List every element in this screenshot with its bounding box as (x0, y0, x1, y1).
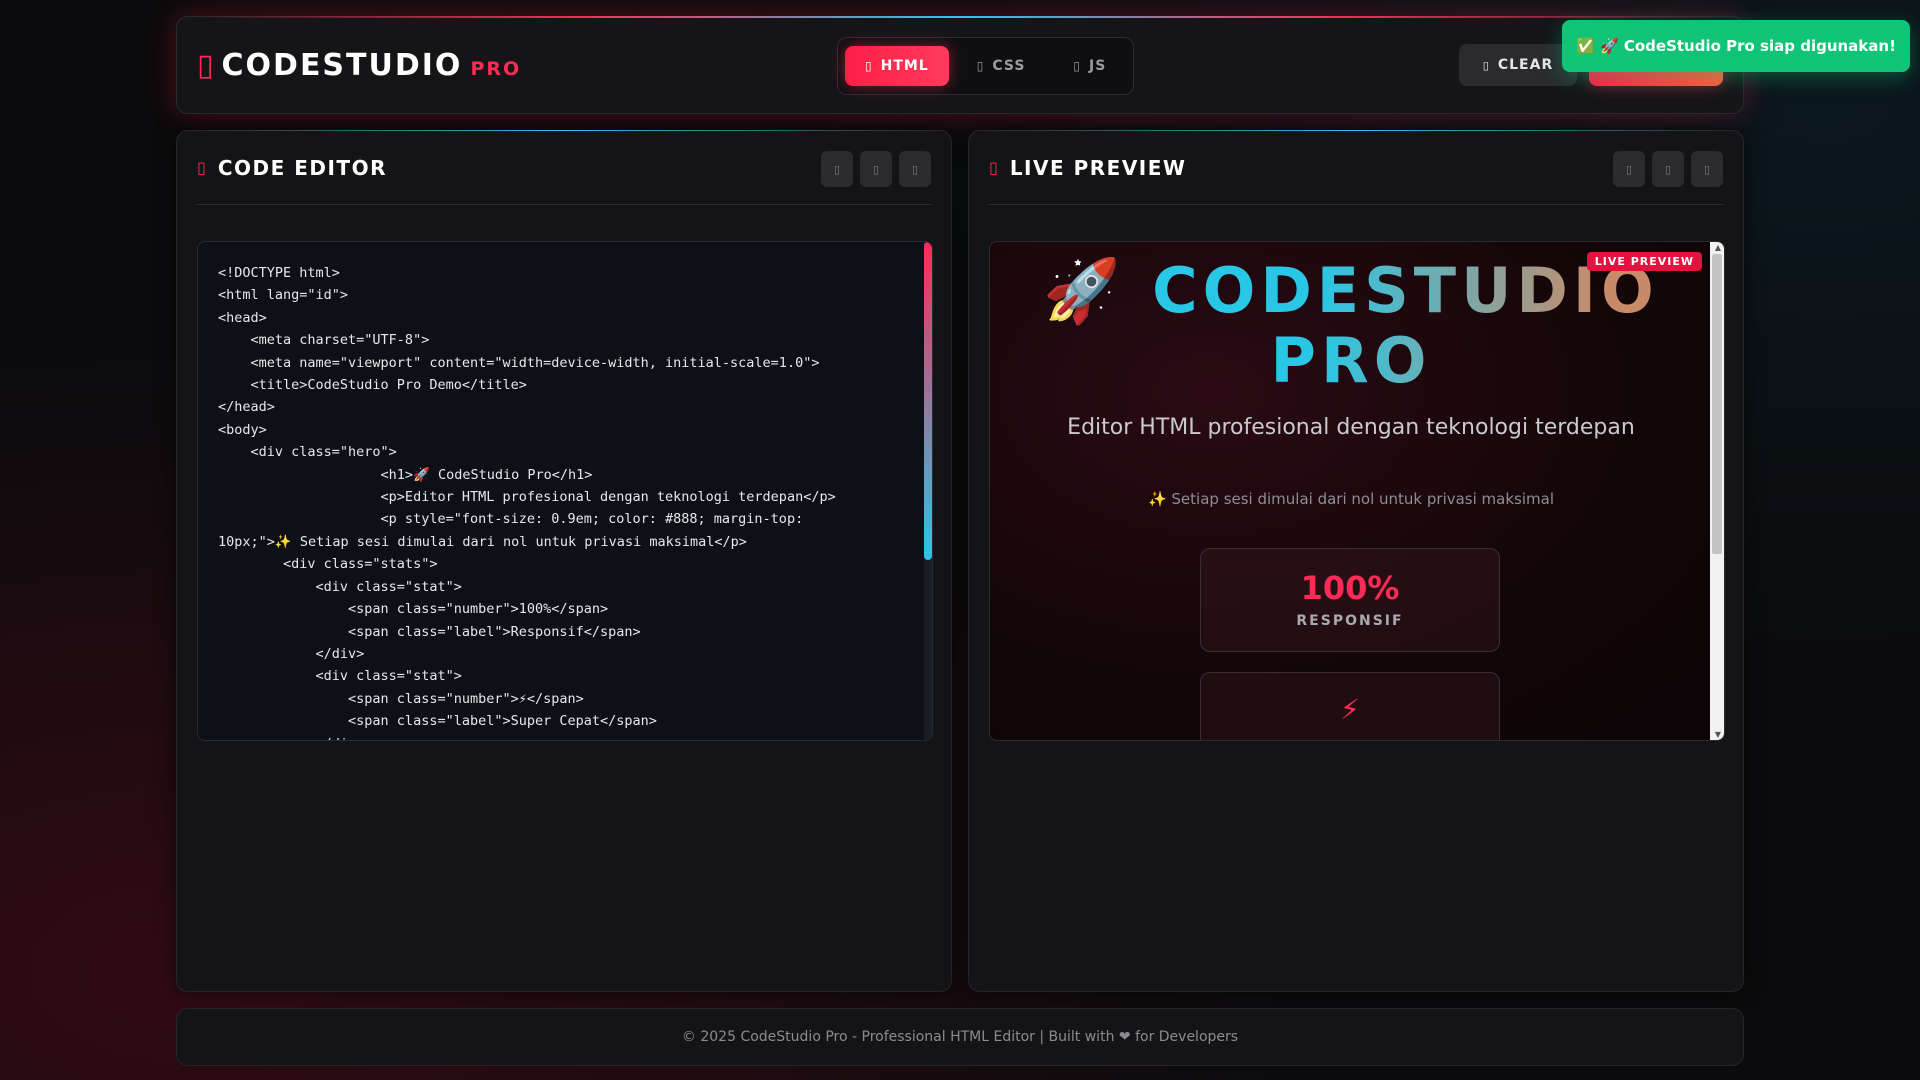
logo-pro: PRO (470, 57, 522, 80)
editor-scrollbar-thumb[interactable] (924, 242, 932, 560)
preview-tool-button-3[interactable]: ▯ (1691, 151, 1723, 187)
preview-subtitle: Editor HTML profesional dengan teknologi… (1067, 415, 1635, 440)
editor-toolbar: ▯ ▯ ▯ (821, 151, 931, 187)
preview-heading: 🚀 CODESTUDIO PRO (990, 256, 1712, 396)
scroll-up-icon[interactable]: ▲ (1715, 243, 1721, 252)
tool-icon: ▯ (911, 162, 919, 176)
code-textarea[interactable]: <!DOCTYPE html> <html lang="id"> <head> … (197, 241, 933, 741)
rocket-icon: 🚀 (1043, 254, 1126, 327)
tab-js[interactable]: ▯ JS (1053, 46, 1126, 86)
preview-tool-button-1[interactable]: ▯ (1613, 151, 1645, 187)
code-editor-header: ▯ CODE EDITOR ▯ ▯ ▯ (197, 131, 931, 205)
tab-html-label: HTML (880, 58, 929, 74)
live-preview-title: LIVE PREVIEW (1009, 155, 1187, 180)
tool-icon: ▯ (1703, 162, 1711, 176)
code-editor-panel: ▯ CODE EDITOR ▯ ▯ ▯ <!DOCTYPE html> <htm… (176, 130, 952, 992)
tab-css-label: CSS (992, 58, 1026, 74)
js-icon: ▯ (1073, 59, 1082, 73)
scroll-down-icon[interactable]: ▼ (1715, 730, 1721, 739)
stat-card: ⚡ (1200, 672, 1500, 740)
live-preview-badge: LIVE PREVIEW (1586, 252, 1702, 271)
preview-scrollbar[interactable]: ▲ ▼ (1710, 242, 1724, 740)
code-icon: ▯ (197, 158, 206, 177)
logo-text: CODESTUDIO (221, 47, 463, 83)
stat-number: 100% (1300, 569, 1400, 607)
stat-card: 100% RESPONSIF (1200, 548, 1500, 652)
preview-toolbar: ▯ ▯ ▯ (1613, 151, 1723, 187)
app-container: ▯ CODESTUDIO PRO ▯ HTML ▯ CSS ▯ JS ▯ CLE… (176, 16, 1744, 1066)
live-preview-header: ▯ LIVE PREVIEW ▯ ▯ ▯ (989, 131, 1723, 205)
preview-scrollbar-thumb[interactable] (1712, 254, 1722, 554)
tool-icon: ▯ (833, 162, 841, 176)
stat-number: ⚡ (1340, 693, 1360, 726)
stat-label: RESPONSIF (1296, 613, 1404, 629)
clear-button[interactable]: ▯ CLEAR (1459, 44, 1577, 86)
footer: © 2025 CodeStudio Pro - Professional HTM… (176, 1008, 1744, 1066)
code-icon: ▯ (197, 47, 214, 83)
preview-heading-text: CODESTUDIO PRO (1152, 254, 1659, 397)
editor-tool-button-1[interactable]: ▯ (821, 151, 853, 187)
preview-tool-button-2[interactable]: ▯ (1652, 151, 1684, 187)
app-header: ▯ CODESTUDIO PRO ▯ HTML ▯ CSS ▯ JS ▯ CLE… (176, 16, 1744, 114)
footer-text: © 2025 CodeStudio Pro - Professional HTM… (681, 1029, 1239, 1045)
panels: ▯ CODE EDITOR ▯ ▯ ▯ <!DOCTYPE html> <htm… (176, 130, 1744, 992)
editor-tool-button-3[interactable]: ▯ (899, 151, 931, 187)
tab-html[interactable]: ▯ HTML (845, 46, 949, 86)
editor-tool-button-2[interactable]: ▯ (860, 151, 892, 187)
trash-icon: ▯ (1482, 58, 1490, 72)
editor-scrollbar[interactable] (924, 242, 932, 740)
language-tabs: ▯ HTML ▯ CSS ▯ JS (837, 37, 1135, 95)
logo: ▯ CODESTUDIO PRO (197, 48, 521, 83)
toast-notification: ✅ 🚀 CodeStudio Pro siap digunakan! (1562, 20, 1910, 72)
eye-icon: ▯ (989, 158, 998, 177)
tab-css[interactable]: ▯ CSS (957, 46, 1046, 86)
tool-icon: ▯ (1664, 162, 1672, 176)
preview-note: ✨ Setiap sesi dimulai dari nol untuk pri… (1147, 490, 1555, 508)
clear-label: CLEAR (1497, 57, 1554, 73)
tool-icon: ▯ (1625, 162, 1633, 176)
html5-icon: ▯ (865, 59, 873, 73)
code-editor-title: CODE EDITOR (217, 155, 387, 180)
css3-icon: ▯ (976, 59, 985, 73)
tool-icon: ▯ (872, 162, 880, 176)
toast-text: ✅ 🚀 CodeStudio Pro siap digunakan! (1576, 37, 1896, 55)
preview-frame[interactable]: LIVE PREVIEW 🚀 CODESTUDIO PRO Editor HTM… (989, 241, 1725, 741)
live-preview-panel: ▯ LIVE PREVIEW ▯ ▯ ▯ LIVE PREVIEW 🚀 CODE… (968, 130, 1744, 992)
code-content[interactable]: <!DOCTYPE html> <html lang="id"> <head> … (198, 242, 932, 740)
tab-js-label: JS (1089, 58, 1107, 74)
